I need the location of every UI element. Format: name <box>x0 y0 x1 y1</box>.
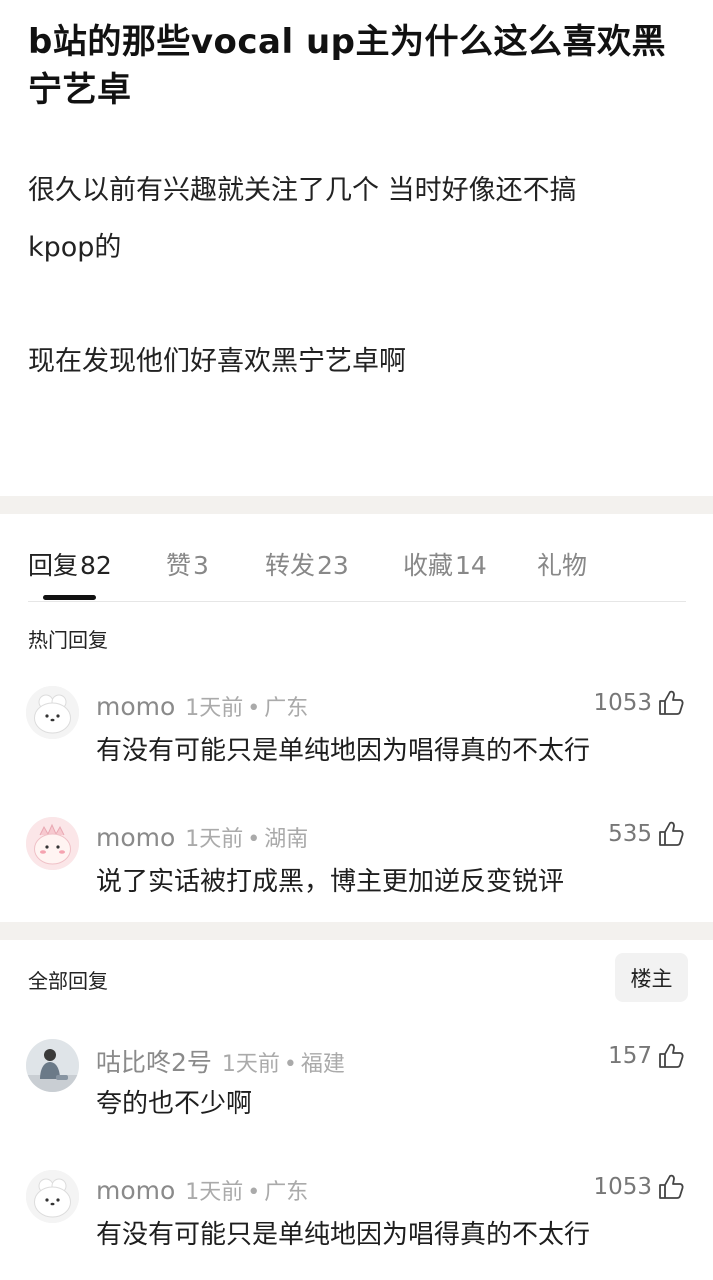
white-cartoon-avatar-icon <box>26 686 79 739</box>
op-only-button[interactable]: 楼主 <box>615 953 688 1002</box>
tab-label: 赞 <box>166 551 192 580</box>
comment-time: 1天前 <box>185 696 244 721</box>
comment-text: 有没有可能只是单纯地因为唱得真的不太行 <box>96 736 591 766</box>
comment-username[interactable]: momo <box>96 692 175 721</box>
tab-reposts[interactable]: 转发23 <box>265 546 349 582</box>
tab-gifts[interactable]: 礼物 <box>537 546 587 582</box>
tab-label: 转发 <box>265 551 316 580</box>
comment-time: 1天前 <box>185 827 244 852</box>
post-body-line: 现在发现他们好喜欢黑宁艺卓啊 <box>28 346 406 377</box>
like-button[interactable]: 1053 <box>593 688 686 718</box>
tab-favorites[interactable]: 收藏14 <box>403 546 487 582</box>
post-body-line: kpop的 <box>28 232 122 263</box>
meta-separator: • <box>247 696 261 721</box>
tab-count: 3 <box>193 551 209 580</box>
tab-count: 23 <box>317 551 349 580</box>
comment-item[interactable]: momo 1天前 • 广东 1053 有没有可能只是单纯地因为唱得真的不太行 <box>26 1170 686 1260</box>
hot-replies-heading: 热门回复 <box>28 628 108 652</box>
white-cartoon-avatar-icon <box>26 1170 79 1223</box>
comment-username[interactable]: 咕比咚2号 <box>96 1048 212 1077</box>
comment-text: 说了实话被打成黑，博主更加逆反变锐评 <box>96 867 565 897</box>
thumbs-up-icon <box>659 1174 684 1199</box>
comment-time: 1天前 <box>221 1052 280 1077</box>
post-body-line: 很久以前有兴趣就关注了几个 当时好像还不搞 <box>28 175 577 206</box>
thumbs-up-icon <box>659 690 684 715</box>
like-count: 1053 <box>593 1174 652 1200</box>
comment-meta: momo 1天前 • 湖南 <box>96 821 308 853</box>
thumbs-up-icon <box>659 1043 684 1068</box>
comment-text: 夸的也不少啊 <box>96 1089 253 1119</box>
comment-text: 有没有可能只是单纯地因为唱得真的不太行 <box>96 1220 591 1250</box>
meta-separator: • <box>283 1052 297 1077</box>
comment-username[interactable]: momo <box>96 823 175 852</box>
avatar[interactable] <box>26 686 79 739</box>
section-divider <box>0 922 713 940</box>
comment-meta: 咕比咚2号 1天前 • 福建 <box>96 1043 345 1079</box>
comment-time: 1天前 <box>185 1180 244 1205</box>
comment-location: 广东 <box>264 696 309 721</box>
comment-meta: momo 1天前 • 广东 <box>96 1174 308 1206</box>
comment-location: 福建 <box>300 1052 345 1077</box>
avatar[interactable] <box>26 1170 79 1223</box>
like-count: 1053 <box>593 690 652 716</box>
photo-avatar-icon <box>26 1039 79 1092</box>
tab-count: 82 <box>80 551 112 580</box>
tab-count: 14 <box>455 551 487 580</box>
thumbs-up-icon <box>659 821 684 846</box>
tab-label: 礼物 <box>537 551 588 580</box>
tab-label: 收藏 <box>403 551 454 580</box>
comment-meta: momo 1天前 • 广东 <box>96 690 308 722</box>
active-tab-indicator <box>43 595 96 600</box>
like-count: 535 <box>608 821 652 847</box>
comment-username[interactable]: momo <box>96 1176 175 1205</box>
comment-item[interactable]: 咕比咚2号 1天前 • 福建 157 夸的也不少啊 <box>26 1039 686 1129</box>
comment-item[interactable]: momo 1天前 • 广东 1053 有没有可能只是单纯地因为唱得真的不太行 <box>26 686 686 776</box>
comment-item[interactable]: momo 1天前 • 湖南 535 说了实话被打成黑，博主更加逆反变锐评 <box>26 817 686 907</box>
like-button[interactable]: 157 <box>608 1041 686 1071</box>
post-title: b站的那些vocal up主为什么这么喜欢黑宁艺卓 <box>28 22 666 110</box>
all-replies-heading: 全部回复 <box>28 969 108 993</box>
avatar[interactable] <box>26 817 79 870</box>
post-body: 很久以前有兴趣就关注了几个 当时好像还不搞 kpop的 现在发现他们好喜欢黑宁艺… <box>28 162 688 390</box>
tab-label: 回复 <box>28 551 79 580</box>
avatar[interactable] <box>26 1039 79 1092</box>
section-divider <box>0 496 713 514</box>
tab-likes[interactable]: 赞3 <box>166 546 209 582</box>
meta-separator: • <box>247 1180 261 1205</box>
tab-replies[interactable]: 回复82 <box>28 546 112 582</box>
like-button[interactable]: 535 <box>608 819 686 849</box>
meta-separator: • <box>247 827 261 852</box>
interaction-tabs: 回复82 赞3 转发23 收藏14 礼物 <box>28 540 686 602</box>
pink-cartoon-avatar-icon <box>26 817 79 870</box>
comment-location: 广东 <box>264 1180 309 1205</box>
like-count: 157 <box>608 1043 652 1069</box>
comment-location: 湖南 <box>264 827 309 852</box>
like-button[interactable]: 1053 <box>593 1172 686 1202</box>
